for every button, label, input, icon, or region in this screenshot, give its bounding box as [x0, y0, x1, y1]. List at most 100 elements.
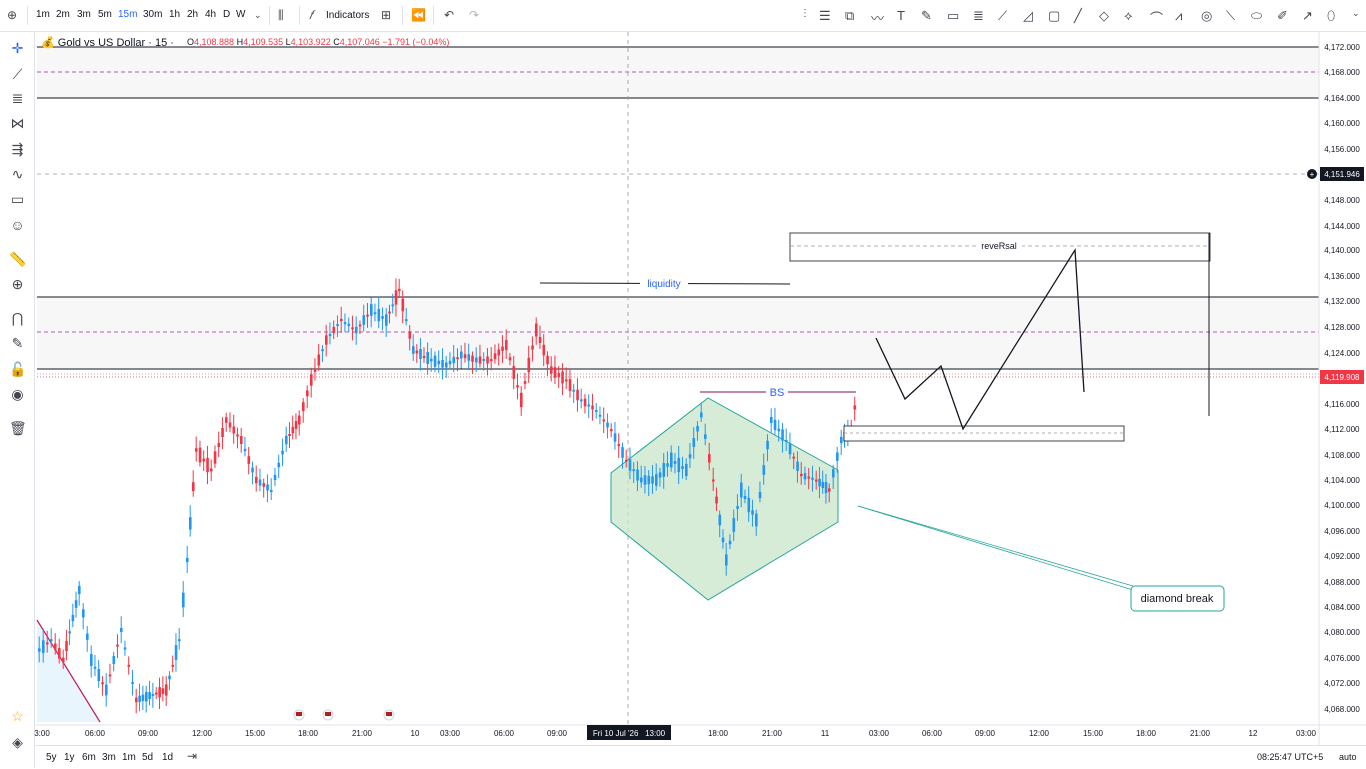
candle-body [165, 684, 168, 696]
candle-body [655, 474, 658, 486]
candle-body [228, 422, 232, 428]
candle-body [505, 340, 508, 350]
price-tick-label: 4,116.000 [1325, 400, 1361, 409]
goto-date-icon[interactable]: ⇥ [187, 749, 197, 763]
candle-body [715, 496, 718, 504]
candle-body [251, 467, 254, 473]
candle-body [158, 687, 161, 698]
candle-body [598, 414, 602, 417]
candle-body [145, 691, 148, 702]
candle-body [189, 517, 192, 530]
candle-body [325, 335, 328, 345]
candle-body [542, 344, 546, 356]
candle-body [71, 614, 75, 622]
time-axis[interactable]: 3:00 06:00 09:00 12:00 15:00 18:00 21:00 10 03:0… [34, 729, 1316, 738]
candle-body [202, 458, 206, 462]
symbol-title[interactable]: 💰 Gold vs US Dollar · 15 · [41, 36, 174, 49]
candle-body [171, 664, 175, 667]
candle-body [550, 366, 553, 374]
candle-body [168, 675, 171, 680]
time-tick-label: 18:00 [708, 729, 729, 738]
candle-body [501, 346, 504, 351]
candle-body [258, 479, 262, 486]
high-value: 4,109.535 [243, 37, 284, 47]
range-6m[interactable]: 6m [82, 752, 96, 763]
clock[interactable]: 08:25:47 UTC+5 [1257, 752, 1323, 762]
candle-body [419, 348, 422, 360]
candle-body [708, 454, 711, 463]
price-chart[interactable]: liquidity BS reveRsal diamond break 4,17… [0, 0, 1366, 768]
auto-scale-toggle[interactable]: auto [1339, 752, 1357, 762]
event-flag-icon-inner [296, 712, 302, 716]
candle-body [636, 469, 639, 481]
candle-body [192, 482, 195, 492]
candle-body [288, 433, 291, 437]
time-tick-label: 15:00 [1083, 729, 1104, 738]
time-tick-label: 21:00 [352, 729, 373, 738]
candle-body [490, 359, 493, 362]
time-tick-label: 06:00 [922, 729, 943, 738]
candle-body [138, 695, 141, 703]
range-5d[interactable]: 5d [142, 752, 153, 763]
price-tick-label: 4,172.000 [1324, 43, 1360, 52]
time-tick-label: 18:00 [1136, 729, 1157, 738]
candle-body [758, 491, 762, 499]
price-tick-label: 4,108.000 [1324, 451, 1360, 460]
candle-body [120, 627, 123, 633]
candle-body [445, 362, 448, 368]
candle-body [512, 366, 516, 379]
candle-body [818, 478, 821, 487]
candle-body [398, 288, 401, 292]
candle-body [557, 373, 561, 377]
price-tick-label: 4,140.000 [1324, 246, 1360, 255]
candle-body [108, 674, 112, 677]
time-tick-label: 09:00 [547, 729, 568, 738]
candle-body [186, 557, 189, 563]
liquidity-label: liquidity [647, 279, 680, 290]
candle-body [673, 461, 677, 464]
candle-body [576, 389, 579, 401]
candle-body [437, 360, 441, 365]
symbol-name: Gold vs US Dollar · 15 · [57, 37, 174, 49]
time-tick-label: 12:00 [1029, 729, 1050, 738]
candle-body [628, 459, 632, 471]
price-tick-label: 4,076.000 [1324, 654, 1360, 663]
candle-body [240, 436, 243, 444]
candle-body [370, 304, 373, 316]
entry-box[interactable] [843, 425, 1125, 442]
candle-body [78, 585, 81, 595]
range-3m[interactable]: 3m [102, 752, 116, 763]
candle-body [853, 405, 857, 410]
candle-body [366, 314, 369, 317]
price-tick-label: 4,164.000 [1324, 94, 1360, 103]
range-1m[interactable]: 1m [122, 752, 136, 763]
candle-body [643, 475, 647, 485]
candle-body [700, 412, 703, 418]
candle-body [482, 359, 486, 362]
diamond-pattern[interactable] [610, 397, 839, 601]
candle-body [836, 452, 839, 461]
candle-body [785, 439, 788, 442]
candle-body [294, 421, 298, 429]
range-1y[interactable]: 1y [64, 752, 75, 763]
candle-body [310, 374, 313, 386]
time-tick-label: 03:00 [1296, 729, 1317, 738]
candle-body [803, 473, 807, 480]
bottom-toolbar: 5y 1y 6m 3m 1m 5d 1d ⇥ 08:25:47 UTC+5 au… [35, 745, 1366, 769]
candle-body [38, 648, 41, 652]
candle-body [225, 417, 228, 423]
price-tick-label: 4,100.000 [1324, 501, 1360, 510]
range-5y[interactable]: 5y [46, 752, 57, 763]
candle-body [792, 456, 796, 459]
candle-body [298, 415, 301, 425]
candle-body [781, 429, 784, 441]
candle-body [161, 688, 165, 694]
candle-body [508, 357, 512, 361]
candle-body [332, 326, 336, 334]
close-value: 4,107.046 [339, 37, 380, 47]
range-1d[interactable]: 1d [162, 752, 173, 763]
candle-body [621, 447, 624, 458]
candle-body [86, 633, 89, 640]
price-tick-label: 4,168.000 [1324, 68, 1360, 77]
candle-body [58, 648, 61, 659]
